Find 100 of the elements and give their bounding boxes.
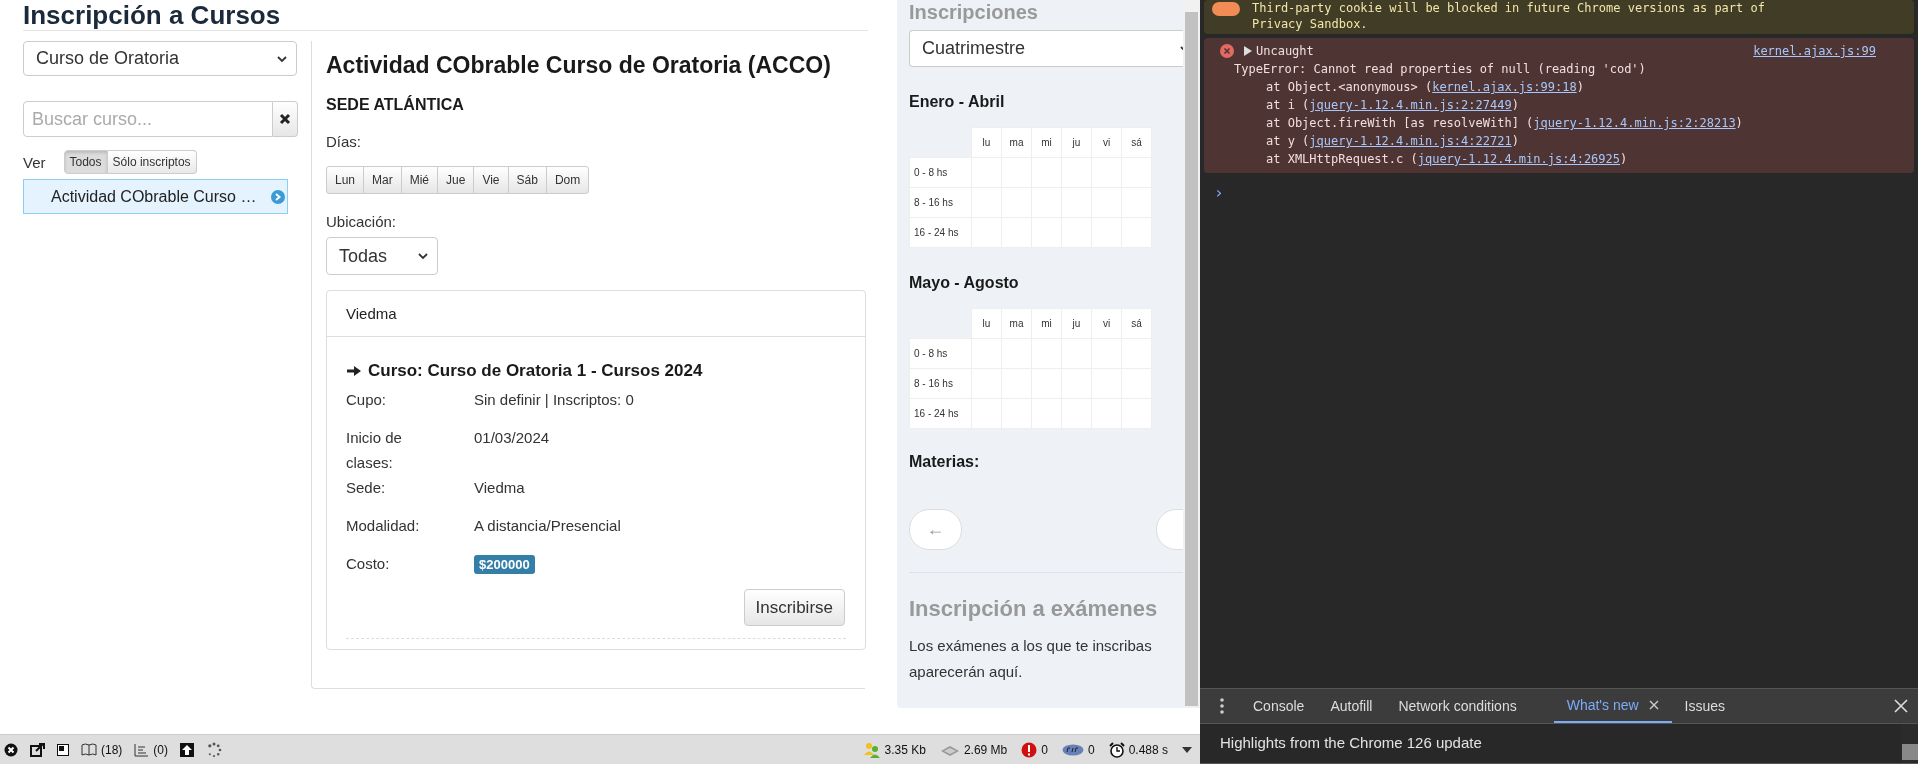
location-label: Ubicación: — [326, 213, 398, 230]
more-options-icon — [1220, 698, 1224, 714]
day-header: sá — [1121, 127, 1152, 158]
close-icon — [1648, 700, 1659, 710]
day-header: ma — [1001, 127, 1032, 158]
day-header: mi — [1031, 308, 1062, 339]
drawer-tab[interactable]: Console — [1240, 689, 1318, 723]
course-title: Curso: Curso de Oratoria 1 - Cursos 2024 — [368, 361, 703, 381]
time-slot: 0 - 8 hs — [909, 157, 972, 188]
stack-link[interactable]: jquery-1.12.4.min.js:2:27449 — [1309, 98, 1512, 112]
schedule-title: Mayo - Agosto — [909, 273, 1020, 293]
book-icon — [81, 743, 97, 756]
window-icon — [57, 743, 69, 756]
drawer-heading: Highlights from the Chrome 126 update — [1219, 733, 1482, 753]
stack-link[interactable]: jquery-1.12.4.min.js:2:28213 — [1533, 116, 1736, 130]
popout-icon — [30, 742, 45, 757]
time-slot: 16 - 24 hs — [909, 398, 972, 429]
course-list-item[interactable]: Actividad CObrable Curso … — [23, 179, 288, 214]
day-button[interactable]: Dom — [545, 166, 590, 194]
stack-line: at Object.fireWith [as resolveWith] (jquery-1.12.4.min.js:2:28213) — [1265, 115, 1744, 132]
filter-toggle[interactable]: Todos — [63, 150, 108, 174]
clear-button[interactable] — [273, 101, 298, 137]
day-header: vi — [1091, 308, 1122, 339]
stack-link[interactable]: kernel.ajax.js:99:18 — [1432, 80, 1577, 94]
chevron-right-icon — [271, 189, 285, 204]
field-value: A distancia/Presencial — [474, 517, 621, 534]
close-icon — [1894, 699, 1908, 713]
alarm-clock-icon — [1108, 741, 1125, 758]
debug-stat: (18) — [101, 742, 123, 757]
period-select[interactable]: Cuatrimestre — [909, 30, 1183, 67]
arrow-right-icon — [346, 364, 362, 378]
warning-text: Third-party cookie will be blocked in future Chrome versions as part of Privacy Sandbox. — [1252, 0, 1766, 32]
field-value: 01/03/2024 — [474, 429, 550, 446]
campus-heading: SEDE ATLÁNTICA — [326, 96, 465, 114]
debug-stat: 0 — [1041, 742, 1048, 757]
scrollbar-thumb[interactable] — [1902, 744, 1918, 760]
day-header: ma — [1001, 308, 1032, 339]
search-field[interactable]: Buscar curso... — [23, 101, 273, 137]
php-icon — [1061, 743, 1084, 756]
subjects-label: Materias: — [909, 452, 981, 472]
spinner-icon — [206, 741, 222, 758]
source-link[interactable]: kernel.ajax.js:99 — [1753, 42, 1876, 60]
chevron-down-icon — [417, 250, 429, 262]
course-select[interactable]: Curso de Oratoria — [23, 41, 297, 76]
page-title: Inscripción a Cursos — [23, 0, 868, 31]
field-label: Sede: — [346, 478, 387, 498]
people-icon — [862, 740, 881, 759]
day-button[interactable]: Lun — [326, 166, 365, 194]
day-header: vi — [1091, 127, 1122, 158]
panel-header: Viedma — [346, 305, 397, 322]
filter-label: Ver — [23, 153, 46, 171]
error-summary: Uncaught — [1256, 43, 1314, 60]
dropdown-caret-icon — [1182, 746, 1192, 753]
debug-stat: 3.35 Kb — [884, 742, 926, 757]
schedule-title: Enero - Abril — [909, 92, 1006, 112]
day-header: sá — [1121, 308, 1152, 339]
day-button[interactable]: Jue — [437, 166, 475, 194]
stack-link[interactable]: jquery-1.12.4.min.js:4:26925 — [1417, 152, 1620, 166]
field-label: Modalidad: — [346, 516, 421, 536]
scrollbar[interactable] — [1183, 0, 1200, 708]
stack-line: at XMLHttpRequest.c (jquery-1.12.4.min.js:4:26925) — [1265, 151, 1629, 168]
day-button[interactable]: Vie — [473, 166, 509, 194]
time-slot: 8 - 16 hs — [909, 187, 972, 218]
day-button[interactable]: Sáb — [507, 166, 547, 194]
day-button[interactable]: Mar — [363, 166, 402, 194]
debug-stat: 0.488 s — [1128, 742, 1168, 757]
day-button[interactable]: Mié — [400, 166, 439, 194]
stack-link[interactable]: jquery-1.12.4.min.js:4:22721 — [1309, 134, 1512, 148]
time-slot: 16 - 24 hs — [909, 217, 972, 248]
exams-text: Los exámenes a los que te inscribas aparecerán aquí. — [909, 636, 1153, 682]
course-heading: Actividad CObrable Curso de Oratoria (ACCO) — [326, 51, 832, 80]
days-label: Días: — [326, 133, 362, 150]
exams-title: Inscripción a exámenes — [909, 595, 1159, 623]
scrollbar-thumb[interactable] — [1185, 12, 1198, 706]
error-text: TypeError: Cannot read properties of null (reading 'cod') — [1233, 61, 1647, 78]
expand-triangle-icon — [1244, 46, 1252, 56]
console-prompt[interactable]: › — [1200, 173, 1230, 202]
drawer-tab[interactable]: Network conditions — [1385, 689, 1530, 723]
field-value: Sin definir | Inscriptos: 0 — [474, 391, 634, 408]
time-slot: 8 - 16 hs — [909, 368, 972, 399]
debug-stat: 0 — [1087, 742, 1095, 757]
drawer-tab[interactable]: Autofill — [1317, 689, 1386, 723]
day-header: lu — [971, 127, 1002, 158]
stack-line: at i (jquery-1.12.4.min.js:2:27449) — [1265, 97, 1520, 114]
filter-toggle[interactable]: Sólo inscriptos — [107, 150, 197, 174]
day-header: ju — [1061, 308, 1092, 339]
field-label: Inicio de clases: — [346, 428, 403, 473]
time-slot: 0 - 8 hs — [909, 338, 972, 369]
day-header: lu — [971, 308, 1002, 339]
location-select[interactable]: Todas — [326, 237, 438, 275]
drawer-tab[interactable]: What's new — [1553, 689, 1672, 723]
upload-icon — [180, 742, 194, 757]
day-header: ju — [1061, 127, 1092, 158]
stack-line: at Object.<anonymous> (kernel.ajax.js:99:18) — [1265, 79, 1585, 96]
enroll-button[interactable]: Inscribirse — [743, 589, 845, 626]
error-icon — [1220, 44, 1234, 58]
field-label: Costo: — [346, 554, 391, 574]
debug-stat: (0) — [153, 742, 168, 757]
stack-line: at y (jquery-1.12.4.min.js:4:22721) — [1265, 133, 1520, 150]
drawer-tab[interactable]: Issues — [1671, 689, 1739, 723]
